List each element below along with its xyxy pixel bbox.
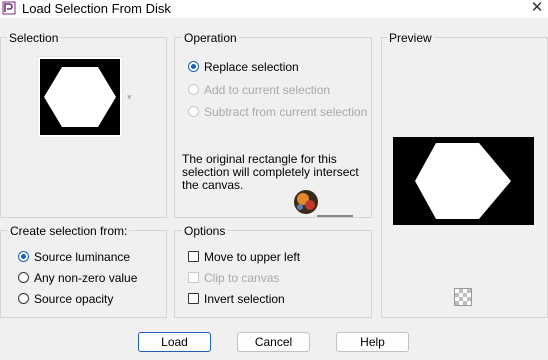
invert-selection-checkbox[interactable] [188,293,199,304]
selection-diamond-shape [44,67,116,127]
add-selection-label[interactable]: Add to current selection [204,83,330,97]
chevron-down-icon[interactable]: ▾ [127,92,132,103]
clip-to-canvas-label[interactable]: Clip to canvas [204,271,279,285]
source-opacity-label[interactable]: Source opacity [34,292,113,306]
replace-selection-radio[interactable] [188,61,199,72]
selection-label: Selection [7,31,61,45]
any-nonzero-radio[interactable] [18,272,29,283]
preview-label: Preview [387,31,434,45]
subtract-selection-radio[interactable] [188,106,199,117]
add-selection-radio[interactable] [188,84,199,95]
replace-selection-label[interactable]: Replace selection [204,60,299,74]
watermark-logo [294,190,353,217]
source-opacity-radio[interactable] [18,293,29,304]
invert-selection-label[interactable]: Invert selection [204,292,285,306]
paint-shop-icon [2,1,16,15]
close-icon[interactable]: ✕ [526,0,548,18]
checkerboard-icon[interactable] [454,288,472,306]
cancel-button[interactable]: Cancel [237,332,310,352]
preview-diamond-shape [415,143,511,219]
window-title: Load Selection From Disk [22,1,171,16]
move-upper-left-label[interactable]: Move to upper left [204,250,300,264]
clip-to-canvas-checkbox[interactable] [188,272,199,283]
source-luminance-label[interactable]: Source luminance [34,250,130,264]
any-nonzero-label[interactable]: Any non-zero value [34,271,137,285]
options-label: Options [182,224,228,238]
help-button[interactable]: Help [336,332,409,352]
subtract-selection-label[interactable]: Subtract from current selection [204,105,367,119]
operation-label: Operation [182,31,239,45]
source-luminance-radio[interactable] [18,251,29,262]
load-button[interactable]: Load [138,332,211,352]
move-upper-left-checkbox[interactable] [188,251,199,262]
create-from-label: Create selection from: [8,224,130,238]
